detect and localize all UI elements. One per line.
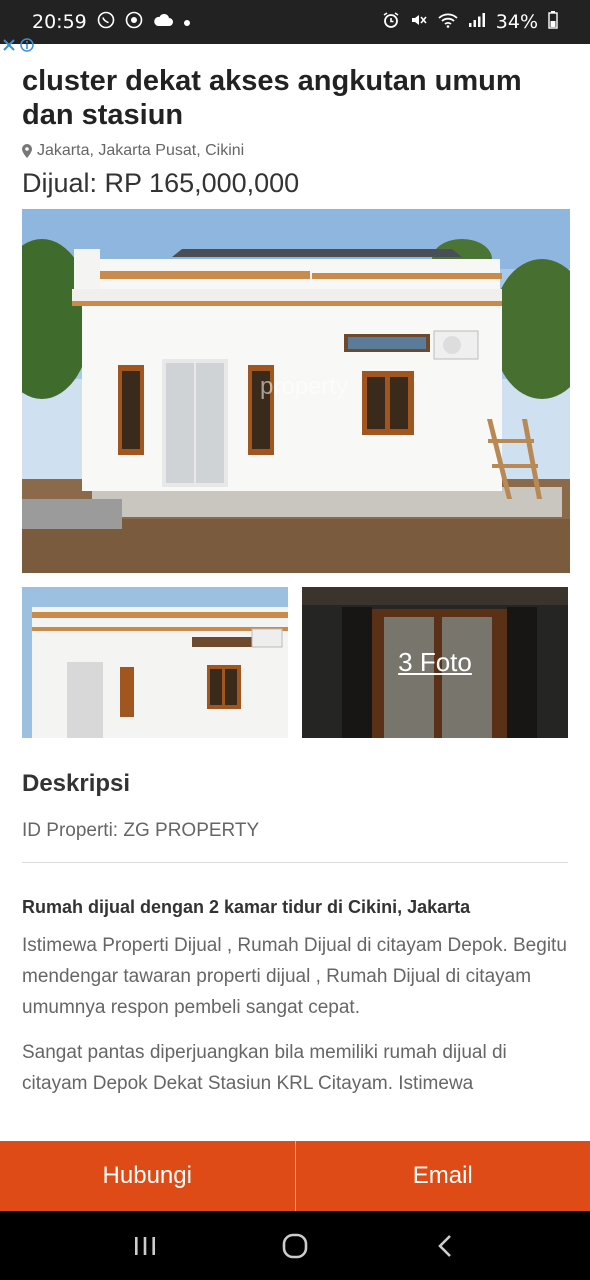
listing-price: Dijual: RP 165,000,000 [22, 168, 300, 198]
home-icon[interactable] [275, 1226, 315, 1266]
main-photo[interactable]: property [22, 209, 570, 573]
location-text: Jakarta, Jakarta Pusat, Cikini [37, 142, 245, 159]
description-title: Deskripsi [22, 770, 131, 797]
map-pin-icon [22, 144, 32, 158]
whatsapp-icon [97, 11, 115, 34]
property-id: ID Properti: ZG PROPERTY [22, 820, 568, 863]
watermark: property [260, 373, 349, 400]
back-icon[interactable] [425, 1226, 465, 1266]
thumbnail-photo-1[interactable] [22, 587, 288, 738]
dot-icon [183, 12, 191, 32]
status-right: 34% [382, 10, 558, 34]
recent-apps-icon[interactable] [125, 1226, 165, 1266]
chrome-icon [125, 11, 143, 34]
status-bar: 20:59 34% [0, 0, 590, 44]
thumbnail-image-1 [22, 587, 288, 738]
description-paragraph-1: Istimewa Properti Dijual , Rumah Dijual … [22, 935, 567, 1018]
status-left: 20:59 [32, 11, 191, 34]
photo-count-link[interactable]: 3 Foto [302, 587, 568, 738]
photo-thumbnails: 3 Foto [22, 587, 568, 738]
listing-content[interactable]: cluster dekat akses angkutan umum dan st… [0, 44, 590, 1140]
listing-location: Jakarta, Jakarta Pusat, Cikini [22, 142, 568, 160]
signal-icon [468, 12, 486, 33]
cta-bar: Hubungi Email [0, 1141, 590, 1211]
android-nav-bar [0, 1211, 590, 1280]
alarm-icon [382, 11, 400, 34]
thumbnail-photo-2[interactable]: 3 Foto [302, 587, 568, 738]
listing-title: cluster dekat akses angkutan umum dan st… [22, 65, 522, 131]
mute-icon [410, 11, 428, 34]
description-heading: Rumah dijual dengan 2 kamar tidur di Cik… [22, 897, 471, 917]
email-button[interactable]: Email [296, 1141, 590, 1211]
cloud-icon [153, 12, 173, 32]
battery-percent: 34% [495, 11, 538, 33]
contact-button[interactable]: Hubungi [0, 1141, 295, 1211]
battery-icon [548, 10, 558, 34]
status-time: 20:59 [32, 11, 87, 33]
wifi-icon [438, 12, 458, 33]
description-paragraph-2: Sangat pantas diperjuangkan bila memilik… [22, 1042, 507, 1094]
